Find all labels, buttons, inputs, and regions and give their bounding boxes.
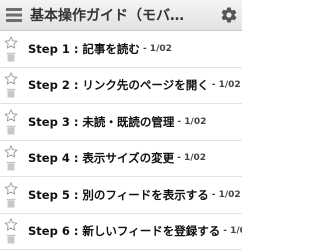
trash-icon[interactable] [6,52,16,62]
star-icon[interactable] [4,72,18,85]
star-icon[interactable] [4,218,18,231]
gear-icon[interactable] [216,0,242,30]
item-meta: - 1/02 [211,189,241,200]
trash-icon[interactable] [6,234,16,244]
app-header: 基本操作ガイド（モバ… [0,0,242,31]
item-meta: - 1/02 [177,116,207,127]
list-item[interactable]: Step 2 : リンク先のページを開く - 1/02 [0,68,242,104]
item-title: Step 1 : 記事を読む [28,41,140,56]
star-icon[interactable] [4,109,18,122]
item-meta: - 1/02 [223,226,242,237]
trash-icon[interactable] [6,125,16,135]
page-title: 基本操作ガイド（モバ… [30,8,184,24]
trash-icon[interactable] [6,161,16,171]
item-title: Step 2 : リンク先のページを開く [28,78,209,93]
list-item[interactable]: Step 5 : 別のフィードを表示する - 1/02 [0,177,242,214]
item-title: Step 4 : 表示サイズの変更 [28,151,175,166]
item-title: Step 6 : 新しいフィードを登録する [28,224,221,239]
item-title: Step 3 : 未読・既読の管理 [28,114,175,129]
hamburger-icon[interactable] [0,0,28,30]
guide-list: Step 1 : 記事を読む - 1/02 Step 2 : リンク先のページを… [0,31,242,250]
list-item[interactable]: Step 6 : 新しいフィードを登録する - 1/02 [0,214,242,250]
list-item[interactable]: Step 1 : 記事を読む - 1/02 [0,31,242,68]
trash-icon[interactable] [6,198,16,208]
star-icon[interactable] [4,182,18,195]
star-icon[interactable] [4,36,18,49]
list-item[interactable]: Step 3 : 未読・既読の管理 - 1/02 [0,104,242,141]
item-meta: - 1/02 [142,43,172,54]
item-meta: - 1/02 [177,153,207,164]
list-item[interactable]: Step 4 : 表示サイズの変更 - 1/02 [0,141,242,177]
item-title: Step 5 : 別のフィードを表示する [28,187,209,202]
star-icon[interactable] [4,145,18,158]
item-meta: - 1/02 [211,80,241,91]
trash-icon[interactable] [6,88,16,98]
